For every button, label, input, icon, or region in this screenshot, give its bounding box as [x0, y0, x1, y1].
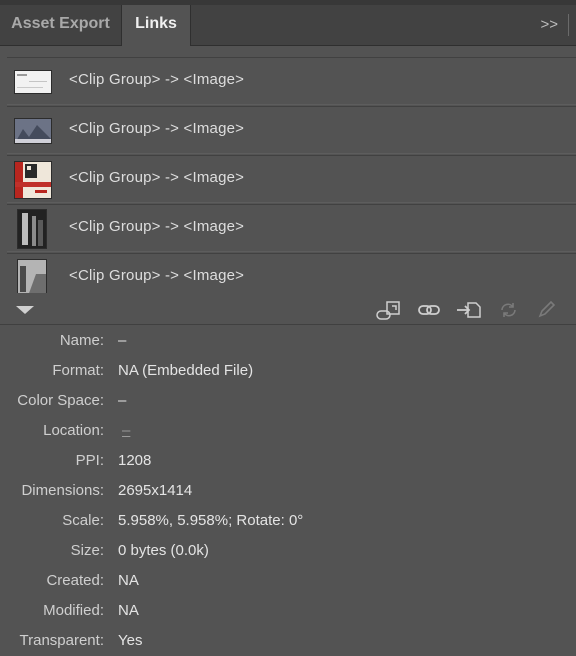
links-toolbar — [0, 296, 576, 325]
info-label: Scale: — [62, 512, 104, 529]
show-link-info-toggle[interactable] — [16, 306, 34, 314]
info-label: Color Space: — [17, 392, 104, 409]
tab-links[interactable]: Links — [121, 5, 191, 46]
info-value: 0 bytes (0.0k) — [118, 542, 209, 559]
red-poster-thumbnail — [14, 161, 52, 199]
panel-menu-handle[interactable] — [568, 14, 569, 36]
info-label: Size: — [70, 542, 104, 559]
white-document-thumbnail — [14, 70, 52, 94]
gray-street-thumbnail — [17, 259, 47, 293]
info-label: Created: — [46, 572, 104, 589]
link-row[interactable]: <Clip Group> -> <Image> — [7, 106, 576, 154]
link-row[interactable]: <Clip Group> -> <Image> — [7, 204, 576, 252]
info-value: – — [118, 332, 127, 349]
edit-original-icon[interactable] — [534, 300, 562, 320]
info-created-row: Created: NA — [0, 566, 576, 596]
panel-tab-bar: Asset Export Links >> — [0, 5, 576, 46]
link-name: <Clip Group> -> <Image> — [69, 120, 245, 137]
info-value: – — [118, 392, 127, 409]
info-label: Format: — [52, 362, 104, 379]
info-value: 2695x1414 — [118, 482, 193, 499]
info-location-row: Location: – — [0, 416, 576, 446]
tab-asset-export[interactable]: Asset Export — [0, 5, 121, 45]
info-color-space-row: Color Space: – — [0, 386, 576, 416]
info-value: NA — [118, 572, 139, 589]
link-row[interactable]: <Clip Group> -> <Image> — [7, 253, 576, 293]
links-list: <Clip Group> -> <Image> <Clip Group> -> … — [7, 57, 576, 293]
link-name: <Clip Group> -> <Image> — [69, 267, 245, 284]
link-info-panel: Name: – Format: NA (Embedded File) Color… — [0, 326, 576, 655]
info-format-row: Format: NA (Embedded File) — [0, 356, 576, 386]
blue-gray-scene-thumbnail — [14, 118, 52, 144]
location-link[interactable]: – — [122, 416, 130, 446]
info-value: NA — [118, 602, 139, 619]
link-name: <Clip Group> -> <Image> — [69, 218, 245, 235]
info-value: 1208 — [118, 452, 152, 469]
black-white-building-thumbnail — [17, 209, 47, 249]
info-dimensions-row: Dimensions: 2695x1414 — [0, 476, 576, 506]
info-label: Modified: — [43, 602, 104, 619]
info-scale-row: Scale: 5.958%, 5.958%; Rotate: 0° — [0, 506, 576, 536]
info-value: NA (Embedded File) — [118, 362, 254, 379]
info-label: Dimensions: — [21, 482, 104, 499]
update-link-icon[interactable] — [495, 300, 523, 320]
info-name-row: Name: – — [0, 326, 576, 356]
info-value: Yes — [118, 632, 143, 649]
embed-link-icon[interactable] — [455, 300, 483, 320]
info-size-row: Size: 0 bytes (0.0k) — [0, 536, 576, 566]
info-ppi-row: PPI: 1208 — [0, 446, 576, 476]
info-value: 5.958%, 5.958%; Rotate: 0° — [118, 512, 304, 529]
go-to-link-icon[interactable] — [416, 300, 444, 320]
info-label: Location: — [43, 422, 104, 439]
link-row[interactable]: <Clip Group> -> <Image> — [7, 155, 576, 203]
link-name: <Clip Group> -> <Image> — [69, 71, 245, 88]
info-label: PPI: — [75, 452, 104, 469]
collapse-panel-button[interactable]: >> — [540, 5, 558, 45]
info-label: Name: — [59, 332, 104, 349]
info-transparent-row: Transparent: Yes — [0, 626, 576, 656]
info-label: Transparent: — [19, 632, 105, 649]
relink-from-cc-icon[interactable] — [375, 300, 403, 320]
link-row[interactable]: <Clip Group> -> <Image> — [7, 57, 576, 105]
link-name: <Clip Group> -> <Image> — [69, 169, 245, 186]
info-modified-row: Modified: NA — [0, 596, 576, 626]
